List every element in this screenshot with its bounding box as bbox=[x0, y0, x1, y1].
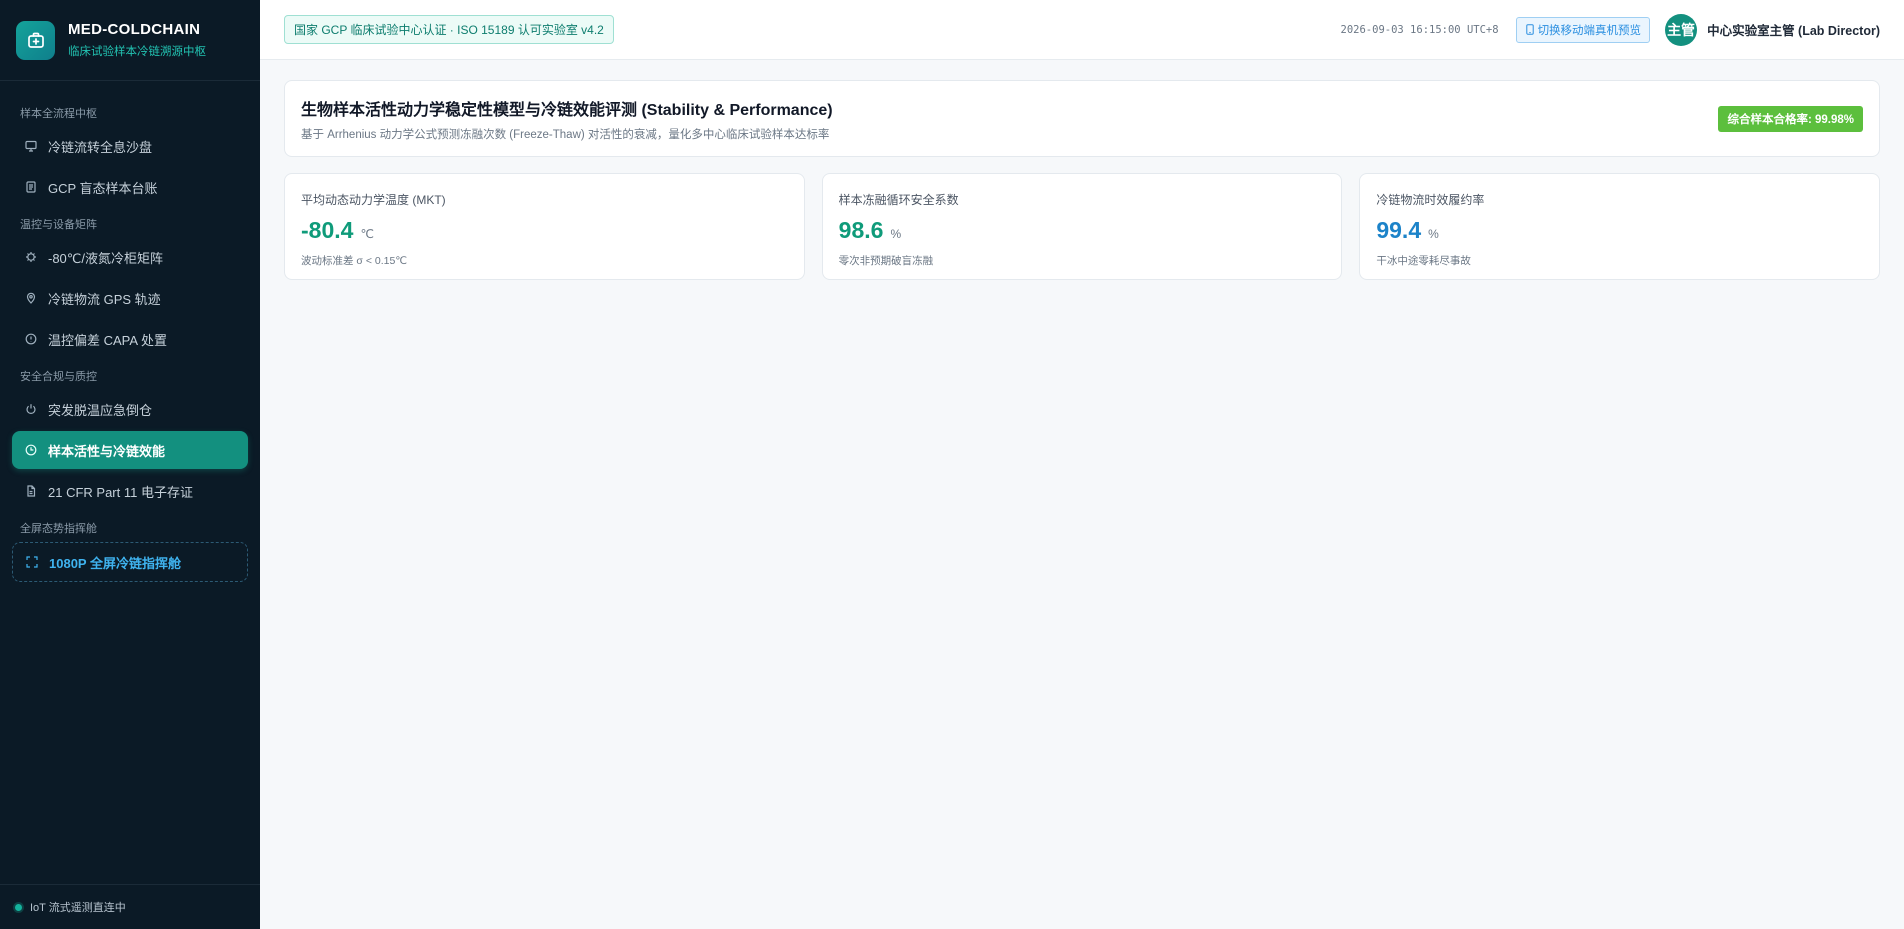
user-name[interactable]: 中心实验室主管 (Lab Director) bbox=[1707, 20, 1880, 39]
kpi-unit: % bbox=[1428, 227, 1439, 241]
medical-kit-icon bbox=[16, 20, 55, 60]
page-subtitle: 基于 Arrhenius 动力学公式预测冻融次数 (Freeze-Thaw) 对… bbox=[301, 128, 830, 141]
nav-section-title: 温控与设备矩阵 bbox=[20, 219, 97, 231]
location-pin-icon bbox=[24, 291, 38, 305]
sidebar-item-label: -80℃/液氮冷柜矩阵 bbox=[48, 250, 164, 266]
status-dot-icon bbox=[15, 903, 22, 911]
connection-status: IoT 流式遥测直连中 bbox=[30, 902, 126, 914]
kpi-value: 98.6 bbox=[838, 217, 884, 243]
sidebar-item-label: 突发脱温应急倒仓 bbox=[48, 402, 153, 418]
sidebar-item-gcp-ledger[interactable]: GCP 盲态样本台账 bbox=[12, 168, 248, 206]
avatar[interactable]: 主管 bbox=[1665, 13, 1698, 46]
topbar: 国家 GCP 临床试验中心认证 · ISO 15189 认可实验室 v4.2 2… bbox=[260, 0, 1904, 60]
nav-section-title: 全屏态势指挥舱 bbox=[20, 523, 97, 535]
sidebar-item-label: 冷链物流 GPS 轨迹 bbox=[48, 291, 161, 307]
sidebar-item-cfr-part11[interactable]: 21 CFR Part 11 电子存证 bbox=[12, 472, 248, 510]
nav-section-title: 样本全流程中枢 bbox=[20, 108, 97, 120]
monitor-icon bbox=[24, 139, 38, 153]
power-icon bbox=[24, 402, 38, 416]
sidebar-nav: 样本全流程中枢 冷链流转全息沙盘 GCP 盲态样本台账 温控与设备矩阵 -80℃… bbox=[0, 81, 260, 582]
kpi-row: 平均动态动力学温度 (MKT) -80.4 ℃ 波动标准差 σ < 0.15℃ … bbox=[284, 173, 1881, 280]
certification-badge: 国家 GCP 临床试验中心认证 · ISO 15189 认可实验室 v4.2 bbox=[284, 15, 614, 44]
page-header-card: 生物样本活性动力学稳定性模型与冷链效能评测 (Stability & Perfo… bbox=[284, 80, 1880, 157]
brand: MED-COLDCHAIN 临床试验样本冷链溯源中枢 bbox=[0, 0, 260, 81]
sidebar-item-coldchain-sandbox[interactable]: 冷链流转全息沙盘 bbox=[12, 127, 248, 165]
kpi-note: 零次非预期破盲冻融 bbox=[838, 255, 934, 267]
kpi-card-mkt: 平均动态动力学温度 (MKT) -80.4 ℃ 波动标准差 σ < 0.15℃ bbox=[284, 173, 805, 280]
sidebar-item-stability-performance[interactable]: 样本活性与冷链效能 bbox=[12, 431, 248, 469]
mobile-phone-icon bbox=[1525, 24, 1534, 35]
fullscreen-icon bbox=[25, 555, 39, 569]
sidebar-item-emergency-transfer[interactable]: 突发脱温应急倒仓 bbox=[12, 390, 248, 428]
page-title: 生物样本活性动力学稳定性模型与冷链效能评测 (Stability & Perfo… bbox=[301, 101, 833, 119]
alert-circle-icon bbox=[24, 332, 38, 346]
sidebar-item-fullscreen-cockpit[interactable]: 1080P 全屏冷链指挥舱 bbox=[12, 542, 248, 582]
sidebar-item-label: 样本活性与冷链效能 bbox=[48, 443, 166, 459]
sidebar-item-label: GCP 盲态样本台账 bbox=[48, 180, 158, 196]
brand-title: MED-COLDCHAIN bbox=[68, 21, 201, 38]
kpi-label: 样本冻融循环安全系数 bbox=[838, 193, 959, 207]
nav-section-title: 安全合规与质控 bbox=[20, 371, 97, 383]
sidebar-item-gps-track[interactable]: 冷链物流 GPS 轨迹 bbox=[12, 279, 248, 317]
kpi-card-freeze-thaw: 样本冻融循环安全系数 98.6 % 零次非预期破盲冻融 bbox=[821, 173, 1343, 280]
kpi-note: 干冰中途零耗尽事故 bbox=[1376, 255, 1471, 267]
sidebar-item-capa[interactable]: 温控偏差 CAPA 处置 bbox=[12, 320, 248, 358]
file-icon bbox=[24, 484, 38, 498]
kpi-unit: ℃ bbox=[360, 227, 374, 241]
datetime: 2026-09-03 16:15:00 UTC+8 bbox=[1340, 23, 1499, 36]
kpi-note: 波动标准差 σ < 0.15℃ bbox=[301, 255, 408, 267]
kpi-value: -80.4 bbox=[301, 217, 354, 243]
clock-icon bbox=[24, 443, 38, 457]
document-icon bbox=[24, 180, 38, 194]
pass-rate-badge: 综合样本合格率: 99.98% bbox=[1718, 105, 1863, 132]
sidebar-item-label: 温控偏差 CAPA 处置 bbox=[48, 332, 167, 348]
kpi-card-logistics-sla: 冷链物流时效履约率 99.4 % 干冰中途零耗尽事故 bbox=[1359, 173, 1881, 280]
sidebar-item-freezer-matrix[interactable]: -80℃/液氮冷柜矩阵 bbox=[12, 238, 248, 276]
sidebar-footer: IoT 流式遥测直连中 bbox=[0, 884, 260, 929]
kpi-unit: % bbox=[890, 227, 902, 241]
chip-icon bbox=[24, 250, 38, 264]
kpi-label: 平均动态动力学温度 (MKT) bbox=[301, 193, 446, 207]
sidebar-item-label: 21 CFR Part 11 电子存证 bbox=[48, 484, 193, 500]
brand-subtitle: 临床试验样本冷链溯源中枢 bbox=[68, 46, 206, 58]
main-content: 生物样本活性动力学稳定性模型与冷链效能评测 (Stability & Perfo… bbox=[284, 80, 1881, 280]
switch-mobile-preview-button[interactable]: 切换移动端真机预览 bbox=[1515, 16, 1651, 43]
sidebar-item-label: 冷链流转全息沙盘 bbox=[48, 139, 153, 155]
kpi-value: 99.4 bbox=[1376, 217, 1422, 243]
sidebar-item-label: 1080P 全屏冷链指挥舱 bbox=[49, 555, 181, 571]
topbar-right: 2026-09-03 16:15:00 UTC+8 切换移动端真机预览 主管 中… bbox=[1340, 13, 1880, 46]
kpi-label: 冷链物流时效履约率 bbox=[1376, 193, 1485, 207]
sidebar: MED-COLDCHAIN 临床试验样本冷链溯源中枢 样本全流程中枢 冷链流转全… bbox=[0, 0, 260, 929]
switch-mobile-preview-label: 切换移动端真机预览 bbox=[1537, 24, 1642, 37]
